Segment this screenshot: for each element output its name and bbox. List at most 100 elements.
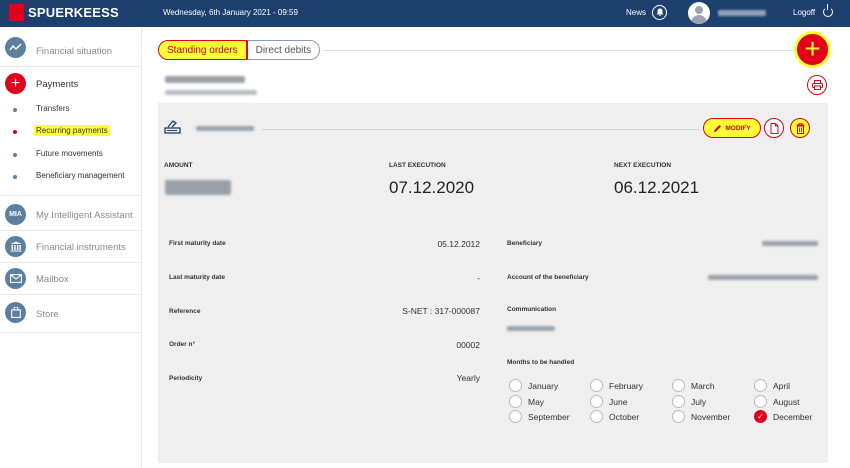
last-maturity-value: -	[477, 273, 480, 283]
bullet-icon	[13, 130, 17, 134]
delete-button[interactable]	[790, 118, 810, 138]
radio-icon[interactable]	[509, 395, 522, 408]
divider	[262, 129, 700, 130]
bullet-icon	[13, 175, 17, 179]
month-option-march[interactable]: March	[672, 379, 715, 392]
checked-radio-icon[interactable]: ✓	[754, 410, 767, 423]
radio-icon[interactable]	[509, 410, 522, 423]
month-option-october[interactable]: October	[590, 410, 639, 423]
top-bar: SPUERKEESS Wednesday, 6th January 2021 -…	[0, 0, 850, 27]
account-number-redacted	[165, 90, 257, 95]
radio-icon[interactable]	[672, 410, 685, 423]
month-label: October	[609, 411, 640, 422]
radio-icon[interactable]	[672, 379, 685, 392]
sidebar-item-financial-instruments[interactable]: Financial instruments	[0, 231, 142, 263]
current-date: Wednesday, 6th January 2021 - 09:59	[163, 8, 298, 17]
months-label: Months to be handled	[507, 359, 575, 366]
month-option-december[interactable]: ✓ December	[754, 410, 812, 423]
chart-line-icon	[5, 37, 26, 58]
sidebar-subitem-future-movements[interactable]: Future movements	[0, 146, 142, 164]
month-label: February	[609, 380, 644, 391]
month-label: May	[528, 396, 545, 407]
radio-icon[interactable]	[754, 379, 767, 392]
last-execution-label: LAST EXECUTION	[389, 162, 446, 169]
month-label: April	[773, 380, 791, 391]
sidebar-subitem-beneficiary-management[interactable]: Beneficiary management	[0, 168, 142, 196]
beneficiary-account-label: Account of the beneficiary	[507, 274, 589, 281]
radio-icon[interactable]	[754, 395, 767, 408]
last-maturity-label: Last maturity date	[169, 274, 225, 281]
order-name-redacted	[196, 126, 254, 131]
radio-icon[interactable]	[590, 395, 603, 408]
month-option-august[interactable]: August	[754, 395, 799, 408]
divider	[323, 50, 805, 51]
month-option-february[interactable]: February	[590, 379, 643, 392]
sidebar-subitem-label: Future movements	[36, 149, 103, 158]
first-maturity-value: 05.12.2012	[437, 239, 480, 249]
print-button[interactable]	[807, 75, 827, 95]
sidebar-item-mailbox[interactable]: Mailbox	[0, 263, 142, 295]
notification-bell-icon[interactable]	[652, 5, 667, 20]
sidebar-item-label: Mailbox	[36, 274, 69, 285]
sidebar-item-intelligent-assistant[interactable]: MIA My Intelligent Assistant	[0, 199, 142, 231]
news-link[interactable]: News	[626, 8, 646, 17]
bullet-icon	[13, 108, 17, 112]
sidebar-subitem-label: Beneficiary management	[36, 171, 125, 180]
beneficiary-account-redacted	[708, 275, 818, 280]
logoff-link[interactable]: Logoff	[793, 8, 815, 17]
sidebar-subitem-recurring-payments[interactable]: Recurring payments	[0, 123, 142, 141]
amount-label: AMOUNT	[164, 162, 193, 169]
first-maturity-label: First maturity date	[169, 240, 226, 247]
sidebar-item-financial-situation[interactable]: Financial situation	[0, 27, 142, 67]
tab-standing-orders[interactable]: Standing orders	[158, 40, 247, 60]
month-option-april[interactable]: April	[754, 379, 790, 392]
mail-icon	[5, 268, 26, 289]
sidebar-item-label: My Intelligent Assistant	[36, 210, 133, 221]
periodicity-value: Yearly	[456, 373, 480, 383]
radio-icon[interactable]	[672, 395, 685, 408]
document-button[interactable]	[764, 118, 784, 138]
sidebar-item-payments[interactable]: + Payments	[0, 67, 142, 99]
sidebar-subitem-transfers[interactable]: Transfers	[0, 101, 142, 119]
radio-icon[interactable]	[590, 379, 603, 392]
pencil-icon	[714, 124, 722, 132]
month-option-november[interactable]: November	[672, 410, 730, 423]
month-label: March	[691, 380, 715, 391]
periodicity-label: Periodicity	[169, 375, 203, 382]
modify-label: MODIFY	[725, 124, 751, 132]
last-execution-date: 07.12.2020	[389, 178, 475, 197]
bullet-icon	[13, 153, 17, 157]
sidebar-item-label: Financial situation	[36, 46, 113, 57]
add-order-button[interactable]: +	[797, 34, 828, 65]
order-number-value: 00002	[456, 340, 480, 350]
printer-icon	[811, 80, 823, 90]
month-option-september[interactable]: September	[509, 410, 570, 423]
communication-redacted	[507, 326, 555, 331]
month-option-july[interactable]: July	[672, 395, 706, 408]
bank-icon	[5, 236, 26, 257]
month-option-may[interactable]: May	[509, 395, 544, 408]
radio-icon[interactable]	[590, 410, 603, 423]
month-label: November	[691, 411, 731, 422]
power-icon[interactable]	[823, 4, 833, 17]
sidebar: Financial situation + Payments Transfers…	[0, 27, 142, 468]
radio-icon[interactable]	[509, 379, 522, 392]
reference-label: Reference	[169, 308, 201, 315]
brand-name: SPUERKEESS	[28, 5, 119, 20]
month-option-june[interactable]: June	[590, 395, 627, 408]
order-type-tabs: Standing orders Direct debits	[158, 40, 321, 60]
sidebar-item-store[interactable]: Store	[0, 295, 142, 333]
modify-button[interactable]: MODIFY	[703, 118, 761, 138]
order-number-label: Order n°	[169, 341, 196, 348]
brand-logo[interactable]: SPUERKEESS	[9, 4, 119, 21]
mia-icon: MIA	[5, 204, 26, 225]
tab-direct-debits[interactable]: Direct debits	[246, 40, 321, 60]
user-avatar[interactable]	[688, 2, 710, 24]
beneficiary-label: Beneficiary	[507, 240, 543, 247]
month-label: January	[528, 380, 559, 391]
month-option-january[interactable]: January	[509, 379, 558, 392]
document-icon	[770, 122, 778, 134]
plus-icon: +	[5, 73, 26, 94]
sidebar-item-label: Financial instruments	[36, 242, 126, 253]
sidebar-item-label: Store	[36, 309, 59, 320]
